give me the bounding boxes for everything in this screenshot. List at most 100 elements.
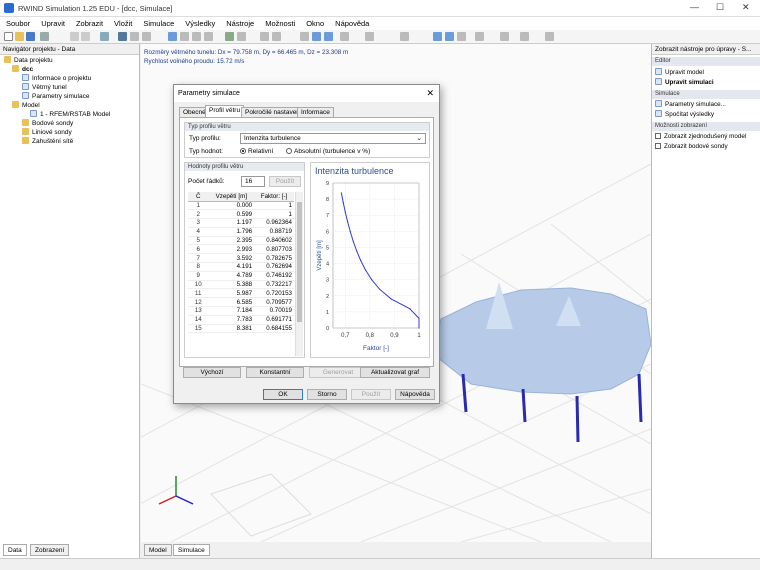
tab-display[interactable]: Zobrazení [30, 544, 70, 556]
open-icon[interactable] [15, 32, 24, 41]
row-height[interactable]: 6.585 [208, 297, 255, 308]
menu-tools[interactable]: Nástroje [220, 17, 259, 28]
table-row[interactable]: 10 5.388 0.732217 [188, 280, 294, 290]
row-height[interactable]: 1.796 [208, 227, 255, 237]
close-icon[interactable]: ✕ [742, 2, 750, 13]
tree-project[interactable]: dcc [12, 65, 33, 74]
row-height[interactable]: 2.395 [208, 236, 255, 246]
table-row[interactable]: 1 0.000 1 [188, 201, 294, 211]
new-icon[interactable] [4, 32, 13, 41]
top-view-icon[interactable] [204, 32, 213, 41]
row-factor[interactable]: 0.807703 [254, 244, 294, 255]
update-chart-button[interactable]: Aktualizovat graf [360, 367, 430, 378]
row-height[interactable]: 5.388 [208, 280, 255, 290]
row-factor[interactable]: 1 [254, 209, 294, 220]
tree-model-item[interactable]: 1 - RFEM/RSTAB Model [30, 110, 110, 119]
row-height[interactable]: 1.197 [208, 218, 255, 228]
generate-button[interactable]: Generovat [309, 367, 367, 378]
tree-point-probes[interactable]: Bodové sondy [22, 119, 73, 128]
constant-button[interactable]: Konstantní [246, 367, 304, 378]
tree-mesh-refine[interactable]: Zahuštění sítě [22, 137, 73, 146]
color-icon[interactable] [340, 32, 349, 41]
zoom-icon[interactable] [130, 32, 139, 41]
row-factor[interactable]: 0.732217 [254, 280, 294, 290]
menu-options[interactable]: Možnosti [259, 17, 300, 28]
tree-sim-params[interactable]: Parametry simulace [22, 92, 89, 101]
row-height[interactable]: 0.000 [208, 201, 255, 211]
menu-file[interactable]: Soubor [0, 17, 35, 28]
table-row[interactable]: 13 7.184 0.70019 [188, 306, 294, 316]
select-icon[interactable] [100, 32, 109, 41]
help-button[interactable]: Nápověda [395, 389, 435, 400]
view-icon[interactable] [118, 32, 127, 41]
row-height[interactable]: 7.783 [208, 315, 255, 325]
minimize-icon[interactable]: — [690, 2, 699, 12]
row-height[interactable]: 7.184 [208, 306, 255, 316]
menu-insert[interactable]: Vložit [108, 17, 137, 28]
render-icon[interactable] [324, 32, 333, 41]
row-factor[interactable]: 0.762694 [254, 262, 294, 272]
mesh-icon[interactable] [300, 32, 309, 41]
axes-icon[interactable] [272, 32, 281, 41]
table-row[interactable]: 15 8.381 0.684155 [188, 324, 294, 334]
tree-line-probes[interactable]: Liniové sondy [22, 128, 72, 137]
table-row[interactable]: 7 3.592 0.782675 [188, 253, 294, 264]
table-row[interactable]: 8 4.191 0.762694 [188, 262, 294, 272]
simplified-model-checkbox[interactable]: Zobrazit zjednodušený model [655, 132, 746, 141]
row-factor[interactable]: 0.782675 [254, 253, 294, 264]
table-row[interactable]: 12 6.585 0.709577 [188, 297, 294, 308]
row-factor[interactable]: 0.840602 [254, 236, 294, 246]
row-factor[interactable]: 0.684155 [254, 324, 294, 334]
undo-icon[interactable] [70, 32, 79, 41]
tab-wind-profile[interactable]: Profil větru [205, 105, 245, 117]
sim-params-button[interactable]: Parametry simulace... [655, 100, 726, 109]
row-height[interactable]: 8.381 [208, 324, 255, 334]
front-view-icon[interactable] [180, 32, 189, 41]
contour-icon[interactable] [457, 32, 466, 41]
redo-icon[interactable] [81, 32, 90, 41]
cancel-button[interactable]: Storno [307, 389, 347, 400]
dialog-close-icon[interactable]: ✕ [426, 88, 434, 99]
refresh-icon[interactable] [237, 32, 246, 41]
section-icon[interactable] [400, 32, 409, 41]
tree-wind-tunnel[interactable]: Větrný tunel [22, 83, 67, 92]
maximize-icon[interactable]: ☐ [716, 2, 724, 13]
menu-edit[interactable]: Upravit [35, 17, 70, 28]
stream-icon[interactable] [445, 32, 454, 41]
table-row[interactable]: 2 0.599 1 [188, 209, 294, 220]
table-row[interactable]: 11 5.987 0.720153 [188, 288, 294, 299]
radio-relative[interactable]: Relativní [240, 148, 273, 155]
menu-view[interactable]: Zobrazit [70, 17, 108, 28]
row-factor[interactable]: 0.962364 [254, 218, 294, 228]
grid-icon[interactable] [260, 32, 269, 41]
tree-model[interactable]: Model [12, 101, 40, 110]
use-rows-button[interactable]: Použít [269, 176, 301, 187]
tab-simulation[interactable]: Simulace [173, 544, 210, 556]
menu-window[interactable]: Okno [300, 17, 329, 28]
tab-model[interactable]: Model [144, 544, 172, 556]
row-height[interactable]: 0.599 [208, 209, 255, 220]
tab-info[interactable]: Informace [297, 107, 334, 117]
tree-root[interactable]: Data projektu [4, 56, 53, 65]
menu-results[interactable]: Výsledky [179, 17, 220, 28]
menu-help[interactable]: Nápověda [329, 17, 374, 28]
row-factor[interactable]: 0.70019 [254, 306, 294, 316]
table-row[interactable]: 5 2.395 0.840602 [188, 236, 294, 246]
compute-results-button[interactable]: Spočítat výsledky [655, 110, 714, 119]
legend-icon[interactable] [475, 32, 484, 41]
row-height[interactable]: 4.789 [208, 271, 255, 281]
row-height[interactable]: 2.993 [208, 244, 255, 255]
tab-data[interactable]: Data [3, 544, 27, 556]
default-button[interactable]: Výchozí [183, 367, 241, 378]
row-height[interactable]: 5.987 [208, 288, 255, 299]
table-row[interactable]: 9 4.789 0.746192 [188, 271, 294, 281]
menu-simulation[interactable]: Simulace [137, 17, 179, 28]
row-factor[interactable]: 1 [254, 201, 294, 211]
edit-model-button[interactable]: Upravit model [655, 68, 704, 77]
radio-absolute[interactable]: Absolutní (turbulence v %) [286, 148, 370, 155]
camera-icon[interactable] [520, 32, 529, 41]
save-icon[interactable] [26, 32, 35, 41]
apply-button[interactable]: Použít [351, 389, 391, 400]
row-factor[interactable]: 0.720153 [254, 288, 294, 299]
table-row[interactable]: 4 1.796 0.88719 [188, 227, 294, 237]
